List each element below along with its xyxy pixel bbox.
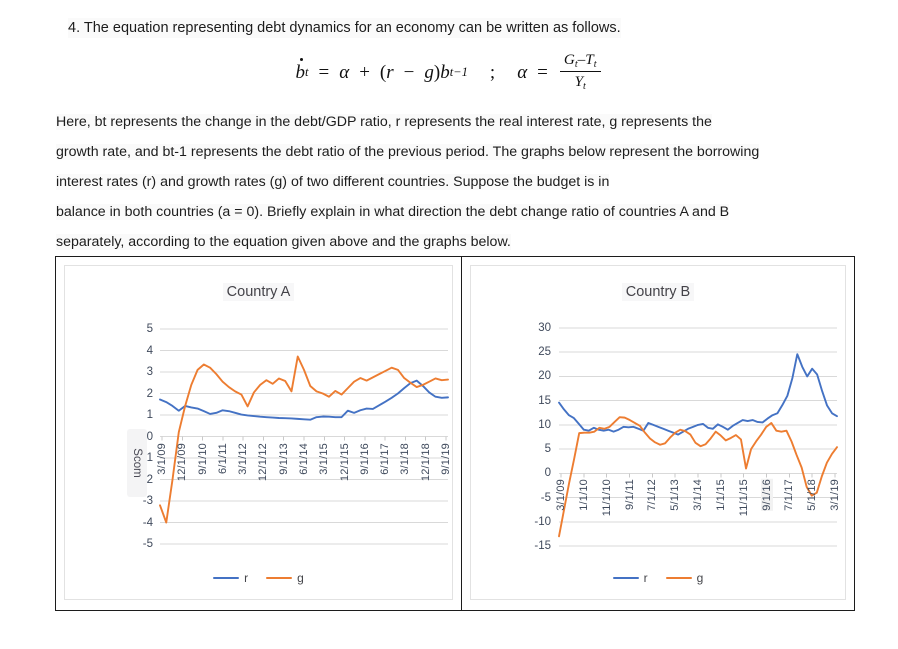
chart-legend-country-a: r g — [65, 571, 452, 585]
chart-cell-country-b: Country B 30 25 20 15 10 5 0 -5 -10 -15 3/1/09 1/1… — [462, 257, 854, 610]
y-tick-label: 3 — [146, 366, 153, 378]
equation-minus: − — [403, 61, 415, 83]
x-tick-label: 6/1/17 — [379, 442, 392, 475]
x-tick-label: 5/1/13 — [669, 479, 682, 512]
y-axis-labels-country-b: 30 25 20 15 10 5 0 -5 -10 -15 — [519, 322, 551, 552]
legend-label-g: g — [297, 571, 304, 585]
equation: bt = α + (r − g) b t−1 ; α = Gt–Tt Yt — [0, 51, 898, 93]
x-tick-label: 9/1/19 — [440, 442, 452, 475]
y-tick-label: 25 — [538, 346, 551, 359]
equation-plus: + — [359, 61, 370, 83]
equation-alpha-1: α — [339, 61, 350, 83]
x-tick-label: 3/1/18 — [399, 442, 412, 475]
chart-title-country-a: Country A — [65, 283, 452, 301]
y-tick-label: 5 — [544, 443, 551, 456]
chart-country-b: Country B 30 25 20 15 10 5 0 -5 -10 -15 3/1/09 1/1… — [470, 265, 846, 600]
x-axis-labels-country-a: 3/1/09 12/1/09 9/1/10 6/1/11 3/1/12 12/1/12 9/… — [156, 442, 452, 513]
x-tick-label: 3/1/19 — [829, 479, 841, 512]
equation-r: r — [386, 61, 394, 83]
legend-label-r: r — [244, 571, 249, 585]
x-tick-label: 1/1/15 — [714, 479, 727, 512]
legend-item-r: r — [213, 571, 248, 585]
chart-title-country-b: Country B — [471, 283, 845, 301]
x-tick-label: 3/1/14 — [692, 479, 704, 512]
x-axis-labels-country-b: 3/1/09 1/1/10 11/1/10 9/1/11 7/1/12 5/1/13 3/1… — [555, 479, 841, 549]
x-tick-label: 11/1/15 — [737, 479, 750, 517]
x-tick-label: 9/1/11 — [623, 479, 636, 511]
x-tick-label: 12/1/12 — [257, 442, 270, 481]
x-tick-label: 9/1/16 — [760, 479, 773, 512]
x-tick-label: 3/1/09 — [156, 442, 168, 475]
equation-alpha-fraction: Gt–Tt Yt — [559, 51, 601, 92]
question-heading: 4. The equation representing debt dynami… — [68, 18, 621, 38]
body-line: Here, bt represents the change in the de… — [56, 114, 712, 130]
equation-equals-2: = — [537, 61, 548, 83]
y-tick-label: -4 — [142, 516, 153, 529]
legend-item-g: g — [266, 571, 304, 585]
equation-fraction-denominator: Yt — [559, 71, 601, 92]
x-tick-label: 3/1/15 — [318, 442, 331, 475]
y-tick-label: 4 — [146, 344, 153, 357]
y-tick-label: 15 — [538, 394, 551, 407]
axis-selection-artifact: Scom — [127, 429, 147, 497]
body-line: growth rate, and bt-1 represents the deb… — [56, 144, 760, 160]
legend-swatch-g — [266, 576, 293, 580]
series-line-r — [159, 379, 449, 421]
body-line: separately, according to the equation gi… — [56, 234, 511, 250]
equation-semicolon: ; — [489, 61, 496, 83]
series-line-r — [558, 353, 838, 436]
chart-cell-country-a: Country A 5 4 3 2 1 0 -1 -2 -3 -4 -5 3/1/09 12/1/09… — [56, 257, 462, 610]
x-tick-label: 3/1/12 — [237, 442, 250, 475]
x-tick-label: 6/1/11 — [216, 442, 229, 474]
y-tick-label: 0 — [146, 430, 153, 443]
x-tick-label: 12/1/09 — [176, 442, 189, 481]
equation-fraction-numerator: Gt–Tt — [563, 51, 597, 70]
x-tick-label: 7/1/17 — [783, 479, 796, 512]
legend-swatch-g — [665, 576, 692, 580]
y-tick-label: -15 — [534, 540, 551, 552]
y-tick-label: -10 — [534, 515, 551, 528]
y-tick-label: 2 — [146, 387, 153, 400]
y-tick-label: 1 — [146, 409, 153, 421]
y-tick-label: 5 — [146, 323, 153, 335]
body-line: balance in both countries (a = 0). Brief… — [56, 204, 730, 220]
y-tick-label: -5 — [540, 491, 551, 504]
equation-equals-1: = — [318, 61, 330, 83]
equation-g: g — [424, 61, 434, 83]
body-line: interest rates (r) and growth rates (g) … — [56, 174, 610, 190]
y-tick-label: -5 — [142, 538, 153, 550]
x-tick-label: 12/1/18 — [419, 442, 432, 481]
chart-legend-country-b: r g — [471, 571, 845, 585]
legend-item-g: g — [665, 571, 704, 585]
equation-lhs-b: b — [295, 57, 305, 83]
y-tick-label: 20 — [538, 370, 551, 383]
y-tick-label: 0 — [544, 467, 551, 480]
equation-alpha-2: α — [517, 61, 528, 83]
x-tick-label: 9/1/13 — [277, 442, 290, 475]
y-tick-label: 30 — [538, 322, 551, 334]
charts-frame: Country A 5 4 3 2 1 0 -1 -2 -3 -4 -5 3/1/09 12/1/09… — [55, 256, 855, 611]
x-tick-label: 3/1/09 — [555, 479, 567, 512]
legend-swatch-r — [213, 576, 240, 580]
legend-item-r: r — [612, 571, 648, 585]
x-tick-label: 9/1/16 — [358, 442, 371, 475]
equation-lhs-sub: t — [305, 65, 309, 79]
chart-country-a: Country A 5 4 3 2 1 0 -1 -2 -3 -4 -5 3/1/09 12/1/09… — [64, 265, 453, 600]
x-tick-label: 7/1/12 — [646, 479, 659, 512]
legend-label-g: g — [696, 571, 704, 585]
x-tick-label: 11/1/10 — [600, 479, 613, 517]
equation-b2: b — [440, 61, 450, 83]
legend-label-r: r — [643, 571, 648, 585]
x-tick-label: 1/1/10 — [577, 479, 590, 512]
x-tick-label: 6/1/14 — [298, 442, 310, 475]
x-tick-label: 9/1/10 — [196, 442, 209, 475]
x-tick-label: 5/1/18 — [806, 479, 819, 512]
equation-b2-sub: t−1 — [449, 65, 468, 79]
legend-swatch-r — [612, 576, 639, 580]
x-tick-label: 12/1/15 — [338, 442, 351, 481]
y-tick-label: 10 — [538, 418, 551, 431]
question-body: Here, bt represents the change in the de… — [56, 107, 868, 257]
